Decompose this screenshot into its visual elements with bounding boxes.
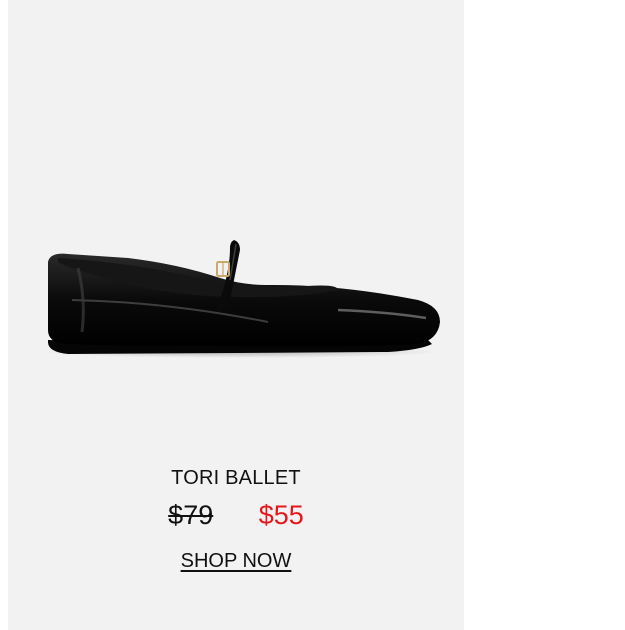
sale-price: $55 [258, 500, 304, 530]
shoe-image[interactable] [8, 0, 464, 430]
shop-now-link[interactable]: SHOP NOW [181, 550, 292, 572]
price-group: $79 $55 [8, 500, 464, 531]
product-name[interactable]: TORI BALLET [8, 467, 464, 490]
original-price: $79 [168, 500, 214, 530]
shop-now-container: SHOP NOW [8, 550, 464, 573]
product-card[interactable]: TORI BALLET $79 $55 SHOP NOW [8, 0, 464, 630]
